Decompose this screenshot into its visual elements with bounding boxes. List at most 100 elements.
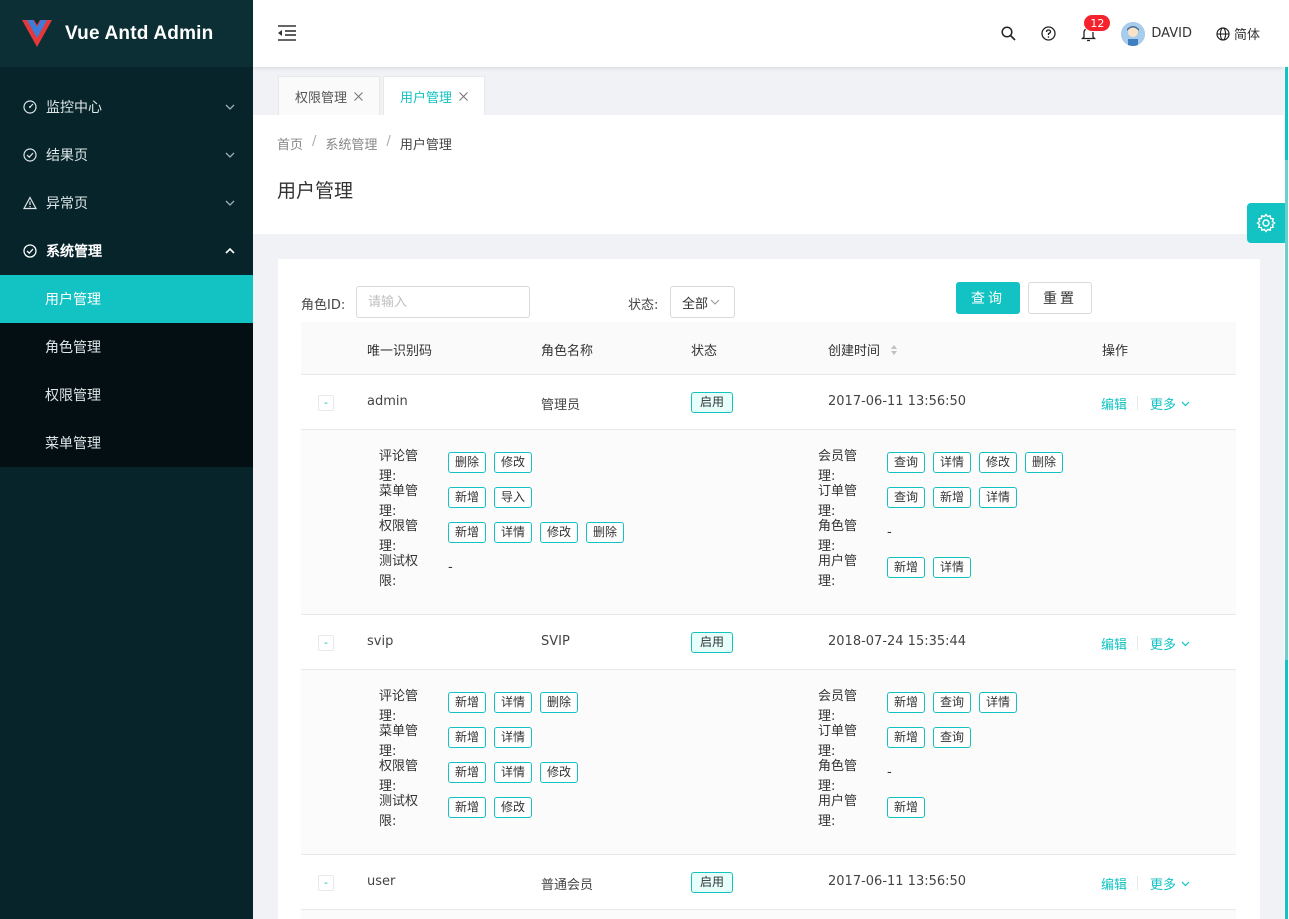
permission-group: 会员管理: 查询 详情 修改 删除 bbox=[818, 447, 1218, 484]
submenu-item-roles[interactable]: 角色管理 bbox=[0, 323, 253, 371]
permission-tag[interactable]: 修改 bbox=[540, 762, 579, 783]
permission-tag[interactable]: 修改 bbox=[494, 452, 533, 473]
language-switcher[interactable]: 简体 bbox=[1216, 24, 1260, 43]
role-id: svip bbox=[367, 634, 394, 649]
column-header: 操作 bbox=[1102, 344, 1129, 359]
role-name: 管理员 bbox=[541, 398, 581, 413]
menu-item-monitor[interactable]: 监控中心 bbox=[0, 83, 253, 131]
menu-label: 异常页 bbox=[46, 196, 88, 212]
breadcrumb-system[interactable]: 系统管理 bbox=[325, 134, 377, 153]
tab-permissions[interactable]: 权限管理 bbox=[278, 76, 381, 115]
column-header-sortable[interactable]: 创建时间 bbox=[828, 340, 898, 359]
permission-tag[interactable]: 删除 bbox=[448, 452, 487, 473]
chevron-down-icon bbox=[225, 150, 235, 160]
permission-tag[interactable]: 新增 bbox=[933, 487, 972, 508]
status-select[interactable]: 全部 bbox=[670, 286, 735, 318]
submenu-item-users[interactable]: 用户管理 bbox=[0, 275, 253, 323]
permission-tag[interactable]: 查询 bbox=[887, 452, 926, 473]
permission-tag[interactable]: 删除 bbox=[540, 692, 579, 713]
status-badge: 启用 bbox=[691, 872, 734, 893]
bell-icon[interactable]: 12 bbox=[1079, 13, 1112, 43]
tab-users[interactable]: 用户管理 bbox=[383, 76, 486, 115]
collapse-row-button[interactable]: - bbox=[318, 395, 334, 411]
permission-tag[interactable]: 新增 bbox=[448, 487, 487, 508]
permission-tag[interactable]: 新增 bbox=[448, 797, 487, 818]
vue-logo-icon bbox=[22, 19, 52, 47]
submenu-item-permissions[interactable]: 权限管理 bbox=[0, 371, 253, 419]
edit-link[interactable]: 编辑 bbox=[1101, 634, 1127, 653]
menu-item-exception[interactable]: 异常页 bbox=[0, 179, 253, 227]
created-time: 2018-07-24 15:35:44 bbox=[828, 634, 967, 649]
query-button[interactable]: 查询 bbox=[956, 282, 1020, 314]
collapse-row-button[interactable]: - bbox=[318, 875, 334, 891]
role-name: 普通会员 bbox=[541, 878, 594, 893]
permission-tag[interactable]: 修改 bbox=[494, 797, 533, 818]
permission-tag[interactable]: 删除 bbox=[586, 522, 625, 543]
more-dropdown[interactable]: 更多 bbox=[1150, 394, 1190, 413]
help-icon[interactable] bbox=[1039, 25, 1057, 43]
permission-tag[interactable]: 详情 bbox=[494, 692, 533, 713]
permission-tag[interactable]: 新增 bbox=[887, 797, 926, 818]
collapse-row-button[interactable]: - bbox=[318, 635, 334, 651]
edit-link[interactable]: 编辑 bbox=[1101, 394, 1127, 413]
submenu-item-menus[interactable]: 菜单管理 bbox=[0, 419, 253, 467]
permission-tag[interactable]: 新增 bbox=[448, 522, 487, 543]
close-icon[interactable] bbox=[459, 91, 468, 101]
permission-group: 用户管理: 新增 bbox=[818, 792, 1218, 829]
page-tabs: 权限管理 用户管理 bbox=[278, 76, 488, 115]
logo-area[interactable]: Vue Antd Admin bbox=[0, 0, 253, 67]
menu-item-result[interactable]: 结果页 bbox=[0, 131, 253, 179]
permission-tag[interactable]: 详情 bbox=[494, 522, 533, 543]
permission-tag[interactable]: 详情 bbox=[979, 487, 1018, 508]
permission-group: 评论管理: 删除 修改 bbox=[379, 447, 779, 484]
permission-tag[interactable]: 详情 bbox=[979, 692, 1018, 713]
close-icon[interactable] bbox=[354, 91, 363, 101]
more-dropdown[interactable]: 更多 bbox=[1150, 634, 1190, 653]
notification-badge: 12 bbox=[1083, 13, 1112, 32]
scrollbar[interactable] bbox=[1284, 0, 1289, 919]
scrollbar-thumb[interactable] bbox=[1285, 160, 1288, 660]
sort-icon[interactable] bbox=[890, 344, 898, 356]
permission-tag[interactable]: 查询 bbox=[887, 487, 926, 508]
role-id-input[interactable] bbox=[356, 286, 530, 318]
menu-item-system[interactable]: 系统管理 bbox=[0, 227, 253, 275]
permission-tag[interactable]: 查询 bbox=[933, 727, 972, 748]
permission-tag[interactable]: 详情 bbox=[494, 762, 533, 783]
permission-tag[interactable]: 修改 bbox=[979, 452, 1018, 473]
permission-tag[interactable]: 新增 bbox=[887, 727, 926, 748]
permission-tag[interactable]: 新增 bbox=[448, 692, 487, 713]
role-id: admin bbox=[367, 394, 408, 409]
user-menu[interactable]: DAVID bbox=[1121, 21, 1192, 46]
permission-tag[interactable]: 新增 bbox=[448, 762, 487, 783]
role-name: SVIP bbox=[541, 634, 570, 649]
permission-tag[interactable]: 新增 bbox=[887, 557, 926, 578]
sidebar: Vue Antd Admin 监控中心 结果页 异常页 系统管理 用户管理 角色… bbox=[0, 0, 253, 919]
permission-tag[interactable]: 详情 bbox=[933, 452, 972, 473]
search-icon[interactable] bbox=[999, 25, 1017, 43]
divider bbox=[1137, 876, 1138, 890]
edit-link[interactable]: 编辑 bbox=[1101, 874, 1127, 893]
expanded-permissions bbox=[301, 910, 1236, 919]
permission-tag[interactable]: 导入 bbox=[494, 487, 533, 508]
check-circle-icon bbox=[22, 243, 38, 259]
permission-tag[interactable]: 详情 bbox=[933, 557, 972, 578]
menu-fold-icon[interactable] bbox=[277, 24, 297, 42]
role-id: user bbox=[367, 874, 396, 889]
settings-drawer-button[interactable] bbox=[1247, 203, 1285, 243]
permission-tag[interactable]: 查询 bbox=[933, 692, 972, 713]
breadcrumb-home[interactable]: 首页 bbox=[277, 134, 303, 153]
permission-label: 权限管理: bbox=[379, 519, 419, 554]
status-badge: 启用 bbox=[691, 632, 734, 653]
permission-group: 订单管理: 新增 查询 bbox=[818, 722, 1218, 759]
permission-tag[interactable]: 删除 bbox=[1025, 452, 1064, 473]
permission-group: 会员管理: 新增 查询 详情 bbox=[818, 687, 1218, 724]
permission-tag[interactable]: 新增 bbox=[887, 692, 926, 713]
permission-tag[interactable]: 修改 bbox=[540, 522, 579, 543]
reset-button[interactable]: 重置 bbox=[1028, 282, 1092, 314]
permission-tag[interactable]: 新增 bbox=[448, 727, 487, 748]
expanded-permissions: 评论管理: 新增 详情 删除 菜单管理: 新增 详情 权限管理: 新增 详情 修… bbox=[301, 670, 1236, 855]
permission-tag[interactable]: 详情 bbox=[494, 727, 533, 748]
permission-group: 权限管理: 新增 详情 修改 删除 bbox=[379, 517, 779, 554]
more-label: 更多 bbox=[1150, 398, 1177, 413]
more-dropdown[interactable]: 更多 bbox=[1150, 874, 1190, 893]
